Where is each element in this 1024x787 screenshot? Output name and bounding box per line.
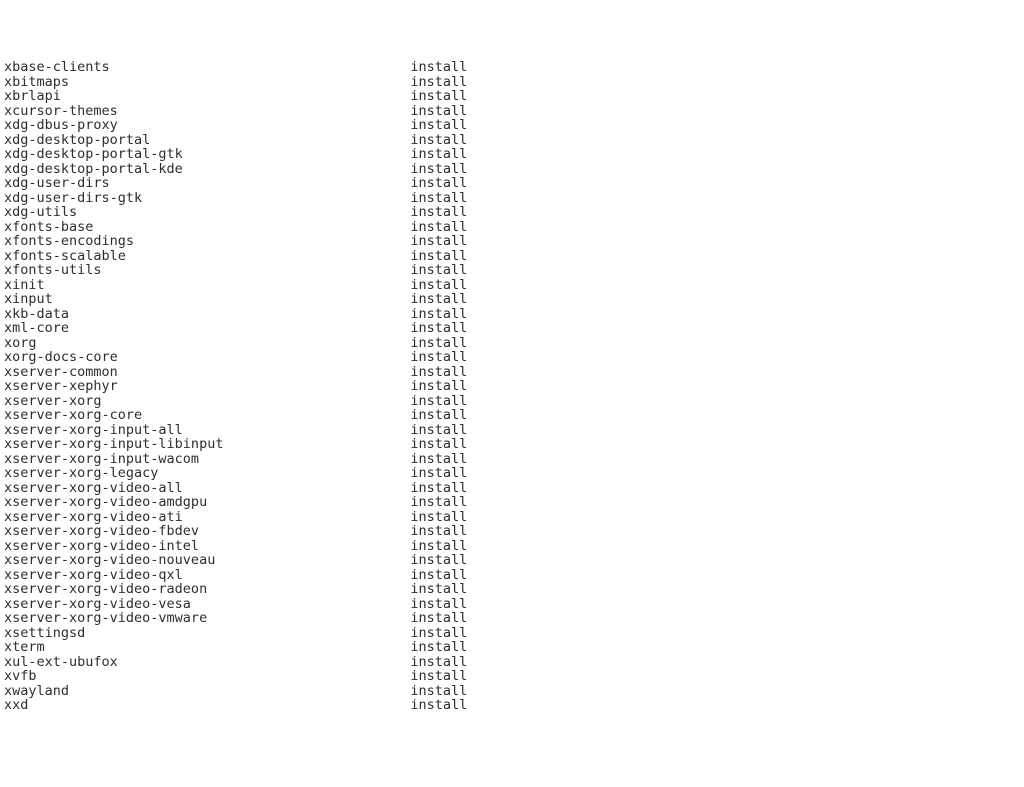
package-row: xdg-desktop-portal-gtk install	[4, 147, 1020, 162]
package-row: xwayland install	[4, 684, 1020, 699]
package-row: xserver-xorg-video-all install	[4, 481, 1020, 496]
package-row: xserver-xorg-video-intel install	[4, 539, 1020, 554]
package-row: xdg-dbus-proxy install	[4, 118, 1020, 133]
package-row: xserver-common install	[4, 365, 1020, 380]
package-row: xserver-xorg-video-qxl install	[4, 568, 1020, 583]
package-row: xbrlapi install	[4, 89, 1020, 104]
package-row: xserver-xorg-legacy install	[4, 466, 1020, 481]
package-row: xfonts-base install	[4, 220, 1020, 235]
package-row: xserver-xorg-video-ati install	[4, 510, 1020, 525]
package-row: xfonts-utils install	[4, 263, 1020, 278]
package-row: xdg-user-dirs-gtk install	[4, 191, 1020, 206]
package-row: xserver-xorg-core install	[4, 408, 1020, 423]
package-status: install	[410, 697, 467, 713]
package-row: xml-core install	[4, 321, 1020, 336]
package-row: xdg-desktop-portal-kde install	[4, 162, 1020, 177]
package-row: xserver-xorg-input-wacom install	[4, 452, 1020, 467]
terminal-output: xbase-clients installxbitmaps installxbr…	[4, 60, 1020, 713]
package-row: xserver-xorg-video-vesa install	[4, 597, 1020, 612]
package-row: xxd install	[4, 698, 1020, 713]
package-row: xbase-clients install	[4, 60, 1020, 75]
package-row: xorg-docs-core install	[4, 350, 1020, 365]
package-row: xcursor-themes install	[4, 104, 1020, 119]
package-row: xserver-xorg-video-fbdev install	[4, 524, 1020, 539]
package-row: xfonts-scalable install	[4, 249, 1020, 264]
package-row: xkb-data install	[4, 307, 1020, 322]
package-row: xserver-xorg-video-nouveau install	[4, 553, 1020, 568]
package-row: xbitmaps install	[4, 75, 1020, 90]
package-row: xserver-xephyr install	[4, 379, 1020, 394]
package-row: xdg-desktop-portal install	[4, 133, 1020, 148]
package-row: xinput install	[4, 292, 1020, 307]
package-row: xserver-xorg-input-all install	[4, 423, 1020, 438]
package-row: xorg install	[4, 336, 1020, 351]
package-row: xserver-xorg-video-amdgpu install	[4, 495, 1020, 510]
package-name: xxd	[4, 697, 410, 713]
package-row: xvfb install	[4, 669, 1020, 684]
package-row: xterm install	[4, 640, 1020, 655]
package-row: xserver-xorg-video-radeon install	[4, 582, 1020, 597]
package-row: xdg-utils install	[4, 205, 1020, 220]
package-row: xserver-xorg-video-vmware install	[4, 611, 1020, 626]
package-row: xserver-xorg install	[4, 394, 1020, 409]
package-row: xinit install	[4, 278, 1020, 293]
package-row: xdg-user-dirs install	[4, 176, 1020, 191]
package-row: xfonts-encodings install	[4, 234, 1020, 249]
package-row: xserver-xorg-input-libinput install	[4, 437, 1020, 452]
package-row: xsettingsd install	[4, 626, 1020, 641]
